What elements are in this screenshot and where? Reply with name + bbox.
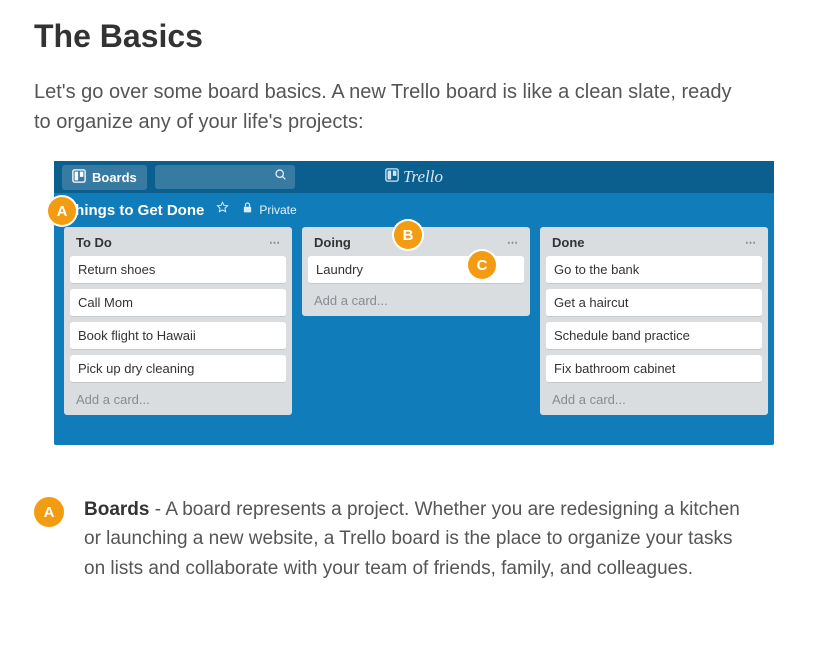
- legend-sep: -: [149, 499, 165, 520]
- add-card-link[interactable]: Add a card...: [70, 388, 286, 409]
- trello-logo-text: Trello: [403, 167, 443, 187]
- legend-row: A Boards - A board represents a project.…: [34, 495, 754, 583]
- trello-board-screenshot: Boards Trello Things to Get Done Private: [54, 161, 774, 445]
- list-done: Done ⋯ Go to the bank Get a haircut Sche…: [540, 227, 768, 415]
- boards-button[interactable]: Boards: [62, 165, 147, 190]
- boards-button-label: Boards: [92, 170, 137, 185]
- search-input[interactable]: [155, 165, 295, 189]
- boards-icon: [72, 169, 86, 186]
- list-menu-icon[interactable]: ⋯: [269, 236, 280, 249]
- intro-text: Let's go over some board basics. A new T…: [34, 77, 734, 137]
- search-icon: [274, 168, 287, 186]
- card[interactable]: Get a haircut: [546, 289, 762, 317]
- callout-badge-a: A: [48, 197, 76, 225]
- callout-badge-b: B: [394, 221, 422, 249]
- list-title[interactable]: To Do: [76, 235, 112, 250]
- card[interactable]: Book flight to Hawaii: [70, 322, 286, 350]
- lock-icon: [241, 201, 254, 219]
- legend-text: Boards - A board represents a project. W…: [84, 495, 754, 583]
- star-icon[interactable]: [216, 201, 229, 219]
- legend-body: A board represents a project. Whether yo…: [84, 499, 740, 579]
- list-menu-icon[interactable]: ⋯: [507, 236, 518, 249]
- legend-badge-a: A: [34, 497, 64, 527]
- add-card-link[interactable]: Add a card...: [308, 289, 524, 310]
- card[interactable]: Return shoes: [70, 256, 286, 284]
- page-title: The Basics: [34, 18, 790, 55]
- card[interactable]: Fix bathroom cabinet: [546, 355, 762, 383]
- card[interactable]: Go to the bank: [546, 256, 762, 284]
- card[interactable]: Schedule band practice: [546, 322, 762, 350]
- list-menu-icon[interactable]: ⋯: [745, 236, 756, 249]
- legend-term: Boards: [84, 499, 149, 520]
- list-todo: To Do ⋯ Return shoes Call Mom Book fligh…: [64, 227, 292, 415]
- topbar: Boards Trello: [54, 161, 774, 193]
- card[interactable]: Call Mom: [70, 289, 286, 317]
- lists-container: To Do ⋯ Return shoes Call Mom Book fligh…: [54, 227, 774, 445]
- card[interactable]: Pick up dry cleaning: [70, 355, 286, 383]
- trello-logo: Trello: [385, 167, 443, 187]
- callout-badge-c: C: [468, 251, 496, 279]
- privacy-label[interactable]: Private: [259, 203, 296, 217]
- list-title[interactable]: Doing: [314, 235, 351, 250]
- trello-logo-icon: [385, 167, 399, 187]
- list-title[interactable]: Done: [552, 235, 585, 250]
- add-card-link[interactable]: Add a card...: [546, 388, 762, 409]
- board-name[interactable]: Things to Get Done: [66, 202, 204, 219]
